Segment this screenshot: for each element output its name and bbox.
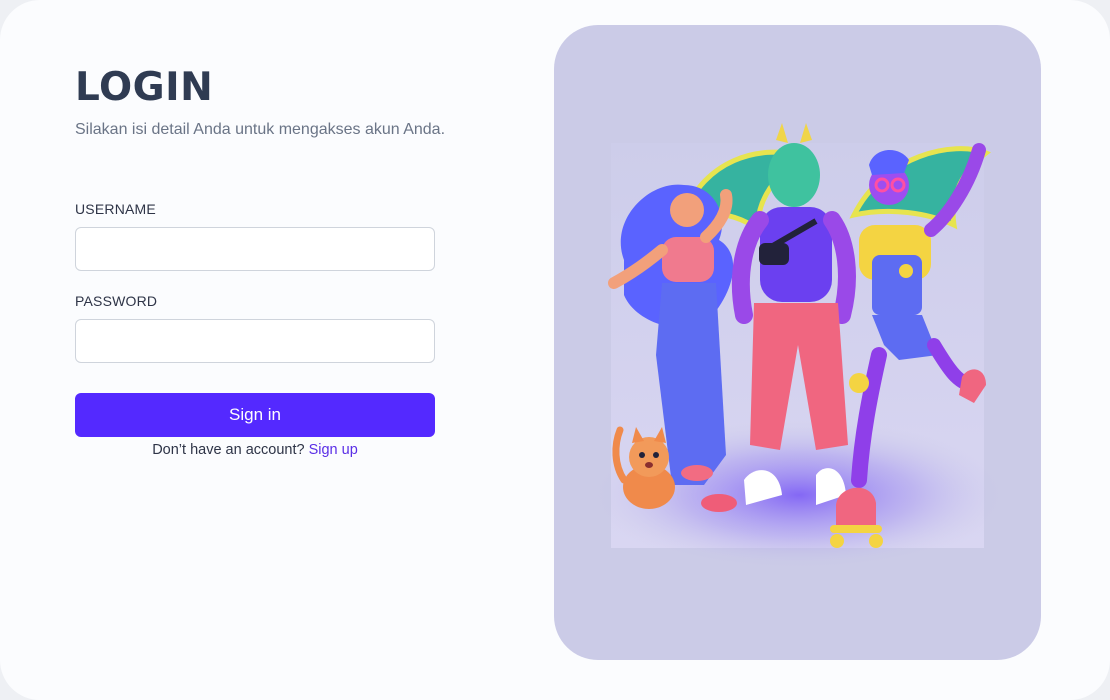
password-input[interactable] bbox=[75, 319, 435, 363]
sign-in-button[interactable]: Sign in bbox=[75, 393, 435, 437]
page-subtitle: Silakan isi detail Anda untuk mengakses … bbox=[75, 121, 446, 138]
login-page: LOGIN Silakan isi detail Anda untuk meng… bbox=[0, 0, 1110, 700]
username-label: USERNAME bbox=[75, 201, 156, 217]
illustration-card bbox=[554, 25, 1041, 660]
login-form: LOGIN Silakan isi detail Anda untuk meng… bbox=[75, 64, 495, 458]
signup-row: Don’t have an account? Sign up bbox=[75, 442, 435, 458]
characters-illustration bbox=[589, 123, 1009, 570]
username-input[interactable] bbox=[75, 227, 435, 271]
sign-up-link[interactable]: Sign up bbox=[309, 442, 358, 458]
password-label: PASSWORD bbox=[75, 293, 158, 309]
signup-prompt: Don’t have an account? bbox=[152, 442, 305, 458]
page-title: LOGIN bbox=[75, 65, 214, 110]
